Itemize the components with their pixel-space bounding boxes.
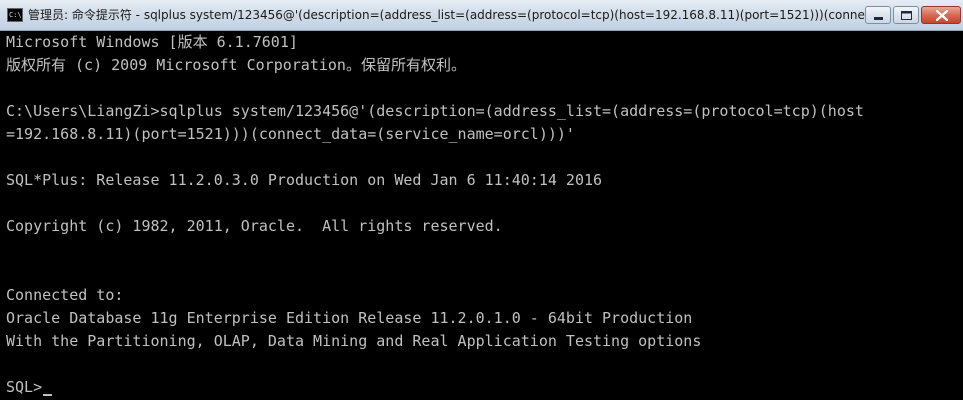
window-title: 管理员: 命令提示符 - sqlplus system/123456@'(des… bbox=[28, 8, 873, 22]
console-line: Connected to: bbox=[6, 286, 124, 304]
command-prompt-window: C:\ 管理员: 命令提示符 - sqlplus system/123456@'… bbox=[0, 0, 963, 400]
console-line: C:\Users\LiangZi>sqlplus system/123456@'… bbox=[6, 102, 864, 120]
title-bar[interactable]: C:\ 管理员: 命令提示符 - sqlplus system/123456@'… bbox=[0, 0, 963, 31]
sql-prompt-line[interactable]: SQL> bbox=[6, 376, 963, 399]
console-output[interactable]: Microsoft Windows [版本 6.1.7601] 版权所有 (c)… bbox=[0, 31, 963, 400]
console-line: 版权所有 (c) 2009 Microsoft Corporation。保留所有… bbox=[6, 56, 466, 74]
console-line: =192.168.8.11)(port=1521)))(connect_data… bbox=[6, 125, 575, 143]
window-controls bbox=[865, 6, 961, 24]
sql-prompt: SQL> bbox=[6, 378, 43, 396]
close-icon bbox=[935, 9, 949, 22]
text-cursor bbox=[43, 393, 53, 396]
minimize-button[interactable] bbox=[865, 6, 891, 24]
console-line: Oracle Database 11g Enterprise Edition R… bbox=[6, 309, 693, 327]
console-line: Microsoft Windows [版本 6.1.7601] bbox=[6, 33, 298, 51]
minimize-icon bbox=[874, 17, 883, 20]
maximize-button[interactable] bbox=[893, 6, 919, 24]
console-app-icon[interactable]: C:\ bbox=[7, 8, 23, 22]
console-line: SQL*Plus: Release 11.2.0.3.0 Production … bbox=[6, 171, 603, 189]
console-line: Copyright (c) 1982, 2011, Oracle. All ri… bbox=[6, 217, 503, 235]
console-line: With the Partitioning, OLAP, Data Mining… bbox=[6, 332, 702, 350]
close-button[interactable] bbox=[921, 6, 961, 24]
maximize-icon bbox=[901, 11, 912, 20]
